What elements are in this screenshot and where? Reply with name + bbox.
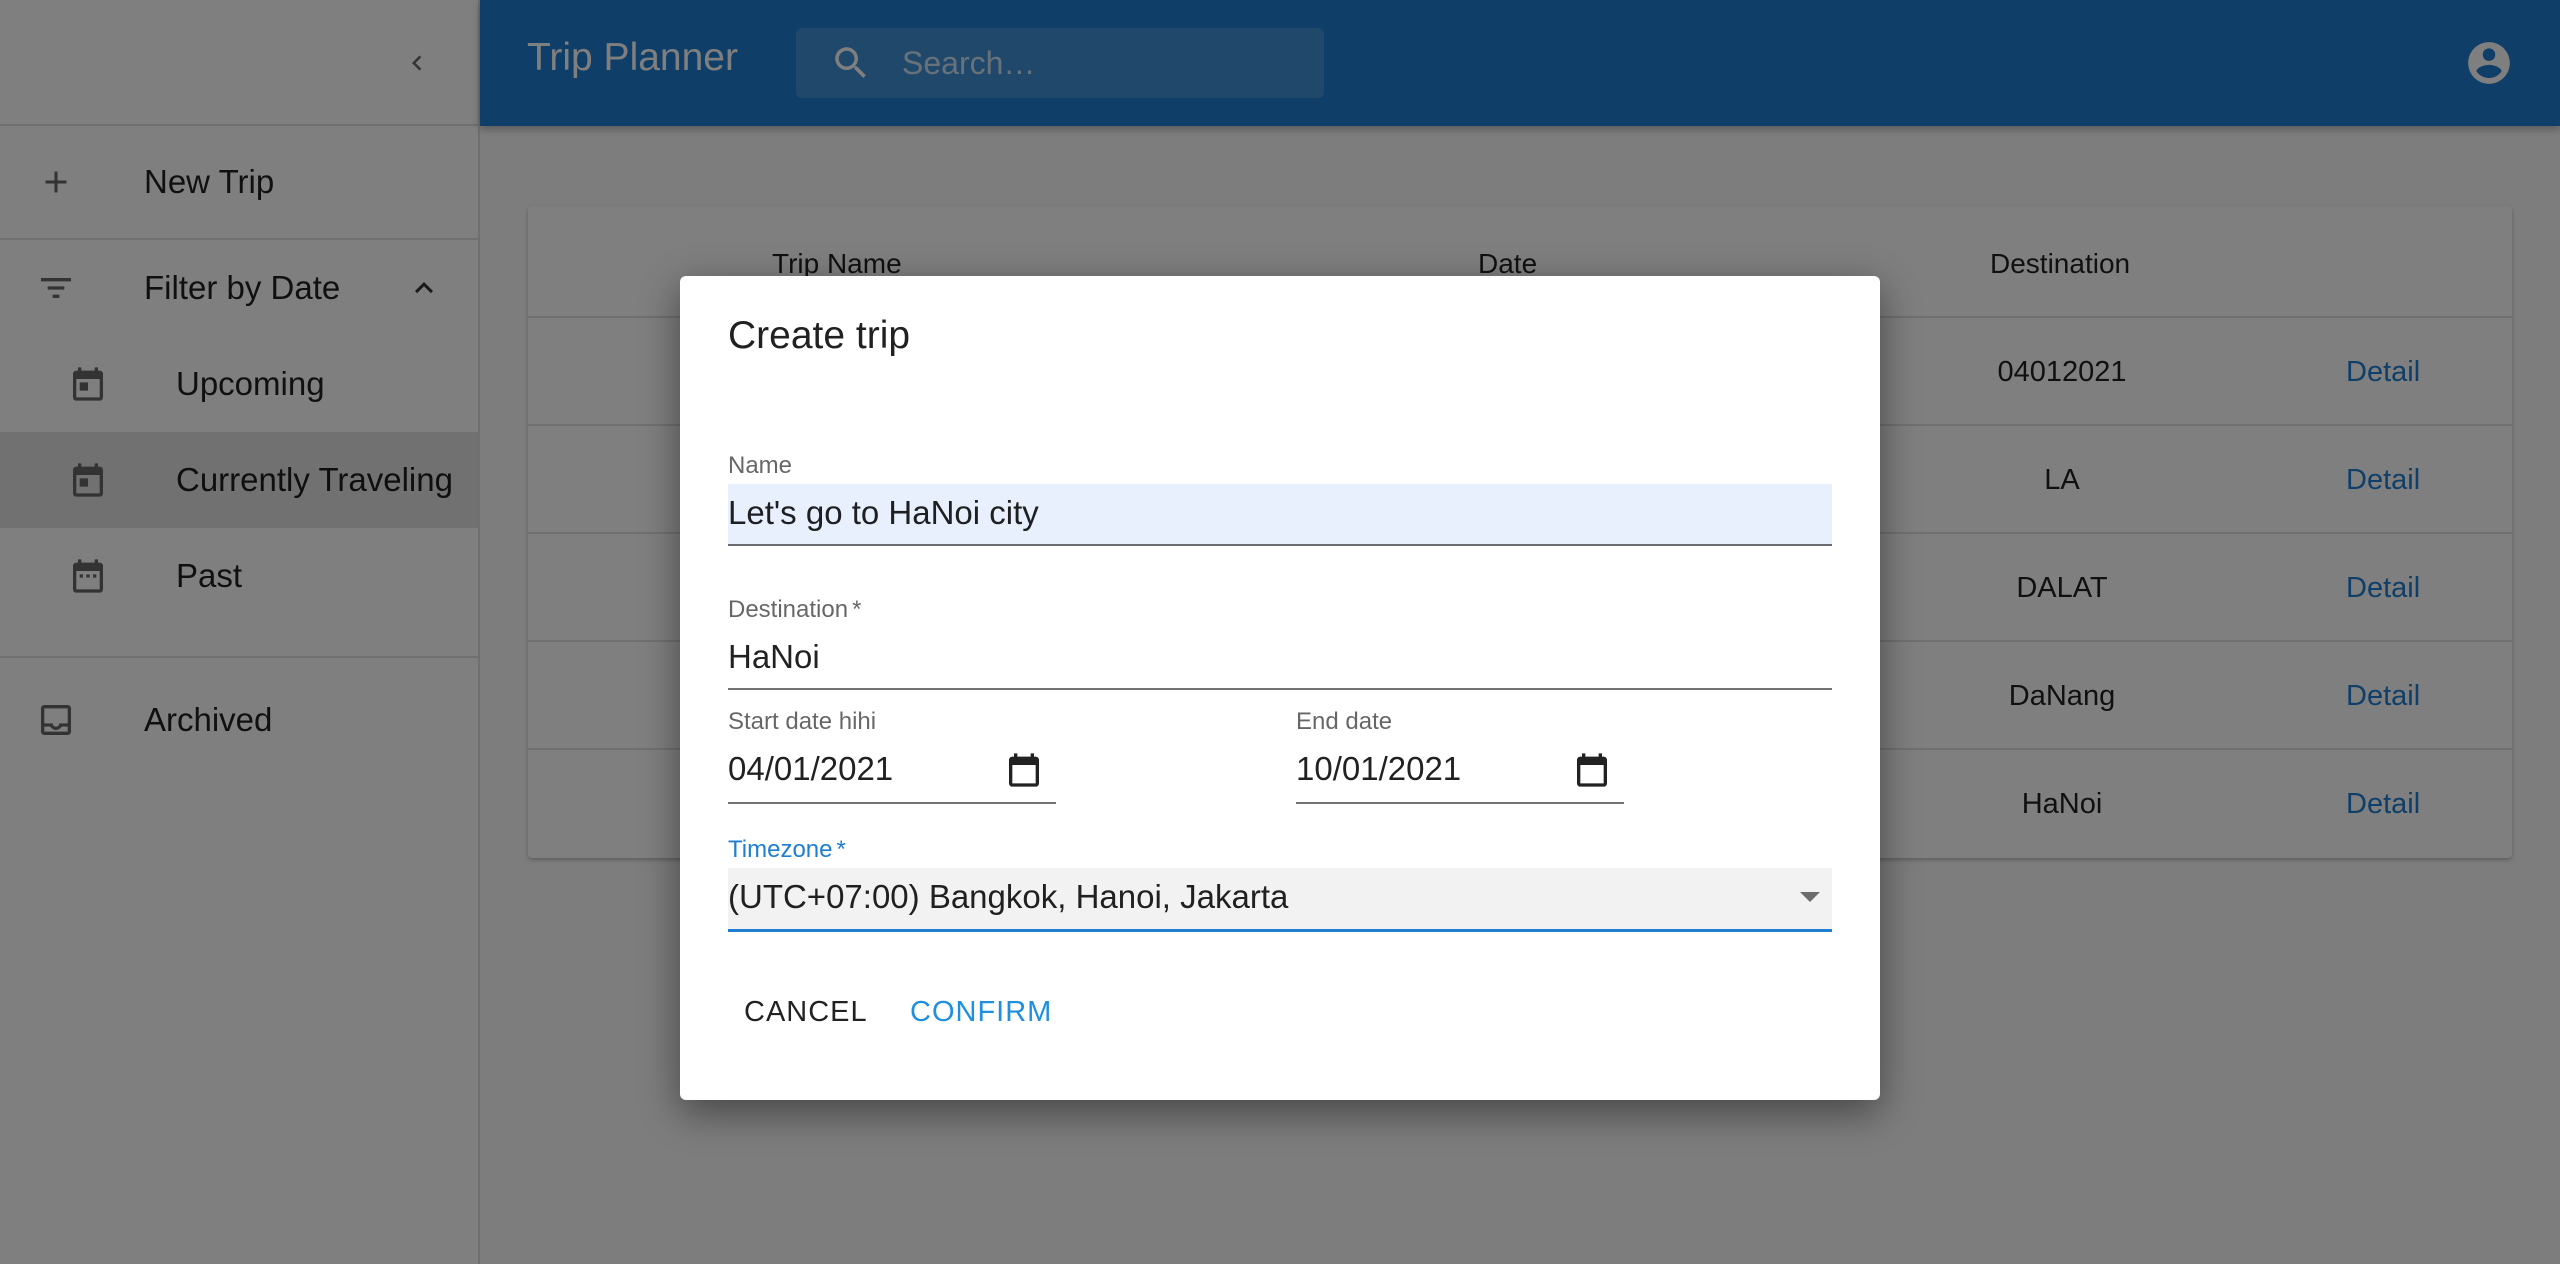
start-date-field[interactable]: 04/01/2021 xyxy=(728,738,1056,804)
name-field[interactable]: Let's go to HaNoi city xyxy=(728,484,1832,546)
end-date-value: 10/01/2021 xyxy=(1296,750,1462,787)
confirm-button[interactable]: CONFIRM xyxy=(894,988,1068,1037)
name-label: Name xyxy=(728,452,793,479)
destination-label: Destination * xyxy=(728,596,862,623)
start-date-value: 04/01/2021 xyxy=(728,750,894,787)
destination-value: HaNoi xyxy=(728,638,820,675)
calendar-icon[interactable] xyxy=(1004,750,1044,790)
end-date-field[interactable]: 10/01/2021 xyxy=(1296,738,1624,804)
create-trip-dialog: Create trip Name Let's go to HaNoi city … xyxy=(680,276,1880,1100)
start-date-label: Start date hihi xyxy=(728,708,877,735)
timezone-select[interactable]: (UTC+07:00) Bangkok, Hanoi, Jakarta xyxy=(728,868,1832,932)
destination-field[interactable]: HaNoi xyxy=(728,628,1832,690)
cancel-button[interactable]: CANCEL xyxy=(728,988,884,1037)
calendar-icon[interactable] xyxy=(1572,750,1612,790)
timezone-value: (UTC+07:00) Bangkok, Hanoi, Jakarta xyxy=(728,878,1289,915)
dialog-title: Create trip xyxy=(728,314,911,357)
dropdown-arrow-icon xyxy=(1800,892,1820,902)
name-value: Let's go to HaNoi city xyxy=(728,494,1039,531)
end-date-label: End date xyxy=(1296,708,1393,735)
timezone-label: Timezone * xyxy=(728,836,846,863)
